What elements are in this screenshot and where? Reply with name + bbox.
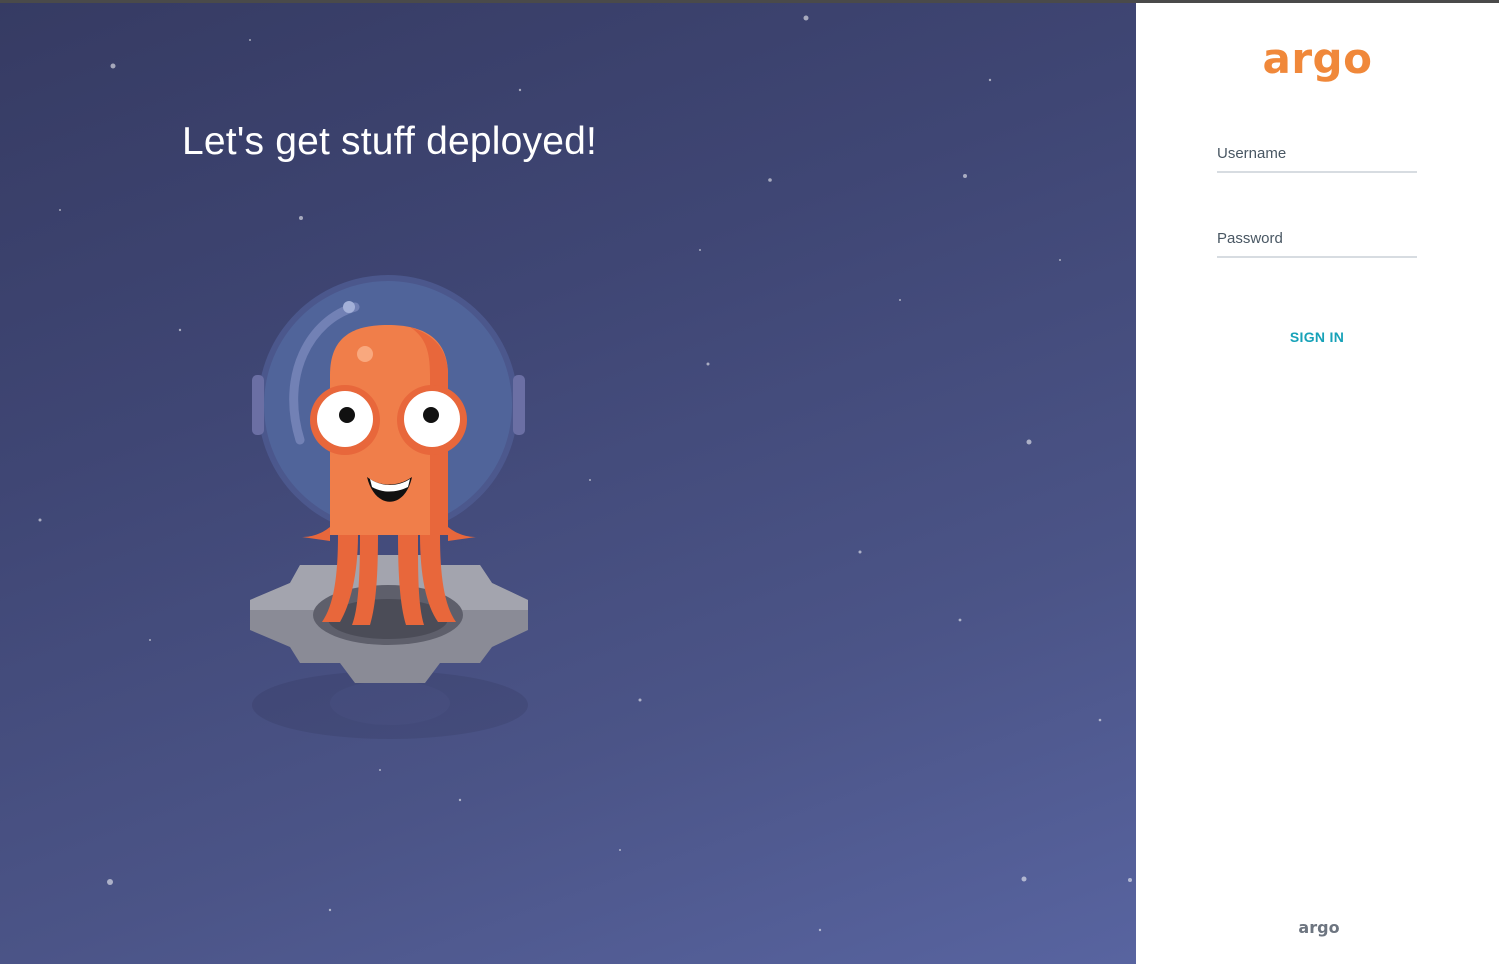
sign-in-button[interactable]: SIGN IN: [1267, 323, 1367, 351]
login-panel: argo SIGN IN argo: [1136, 0, 1499, 964]
window-top-border: [0, 0, 1499, 3]
password-field-container: [1217, 222, 1417, 258]
username-input[interactable]: [1217, 137, 1417, 169]
footer-argo-logo: argo: [1298, 918, 1340, 937]
hero-title: Let's get stuff deployed!: [182, 120, 598, 163]
argo-logo: argo: [1262, 34, 1373, 83]
argo-octopus-astronaut-icon: [250, 275, 528, 739]
hero-panel: Let's get stuff deployed!: [0, 0, 1136, 964]
username-field-container: [1217, 137, 1417, 173]
password-input[interactable]: [1217, 222, 1417, 254]
